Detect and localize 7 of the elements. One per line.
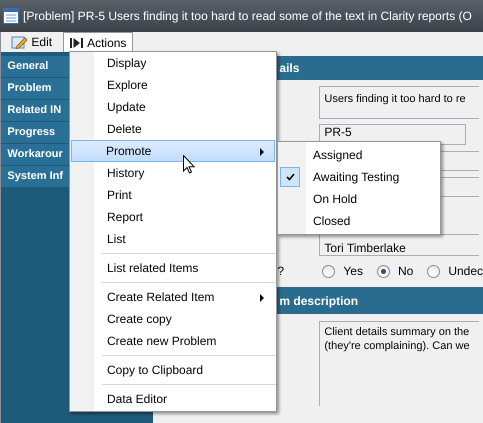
option-label: Undec xyxy=(448,263,483,280)
section-title: m description xyxy=(279,292,358,310)
section-title: ails xyxy=(279,60,300,77)
option-label: Yes xyxy=(343,263,363,280)
window-title: [Problem] PR-5 Users finding it too hard to read some of the text in Clarity reports (O xyxy=(23,8,472,25)
option-label: No xyxy=(398,263,414,280)
field-label: ? xyxy=(277,263,286,280)
